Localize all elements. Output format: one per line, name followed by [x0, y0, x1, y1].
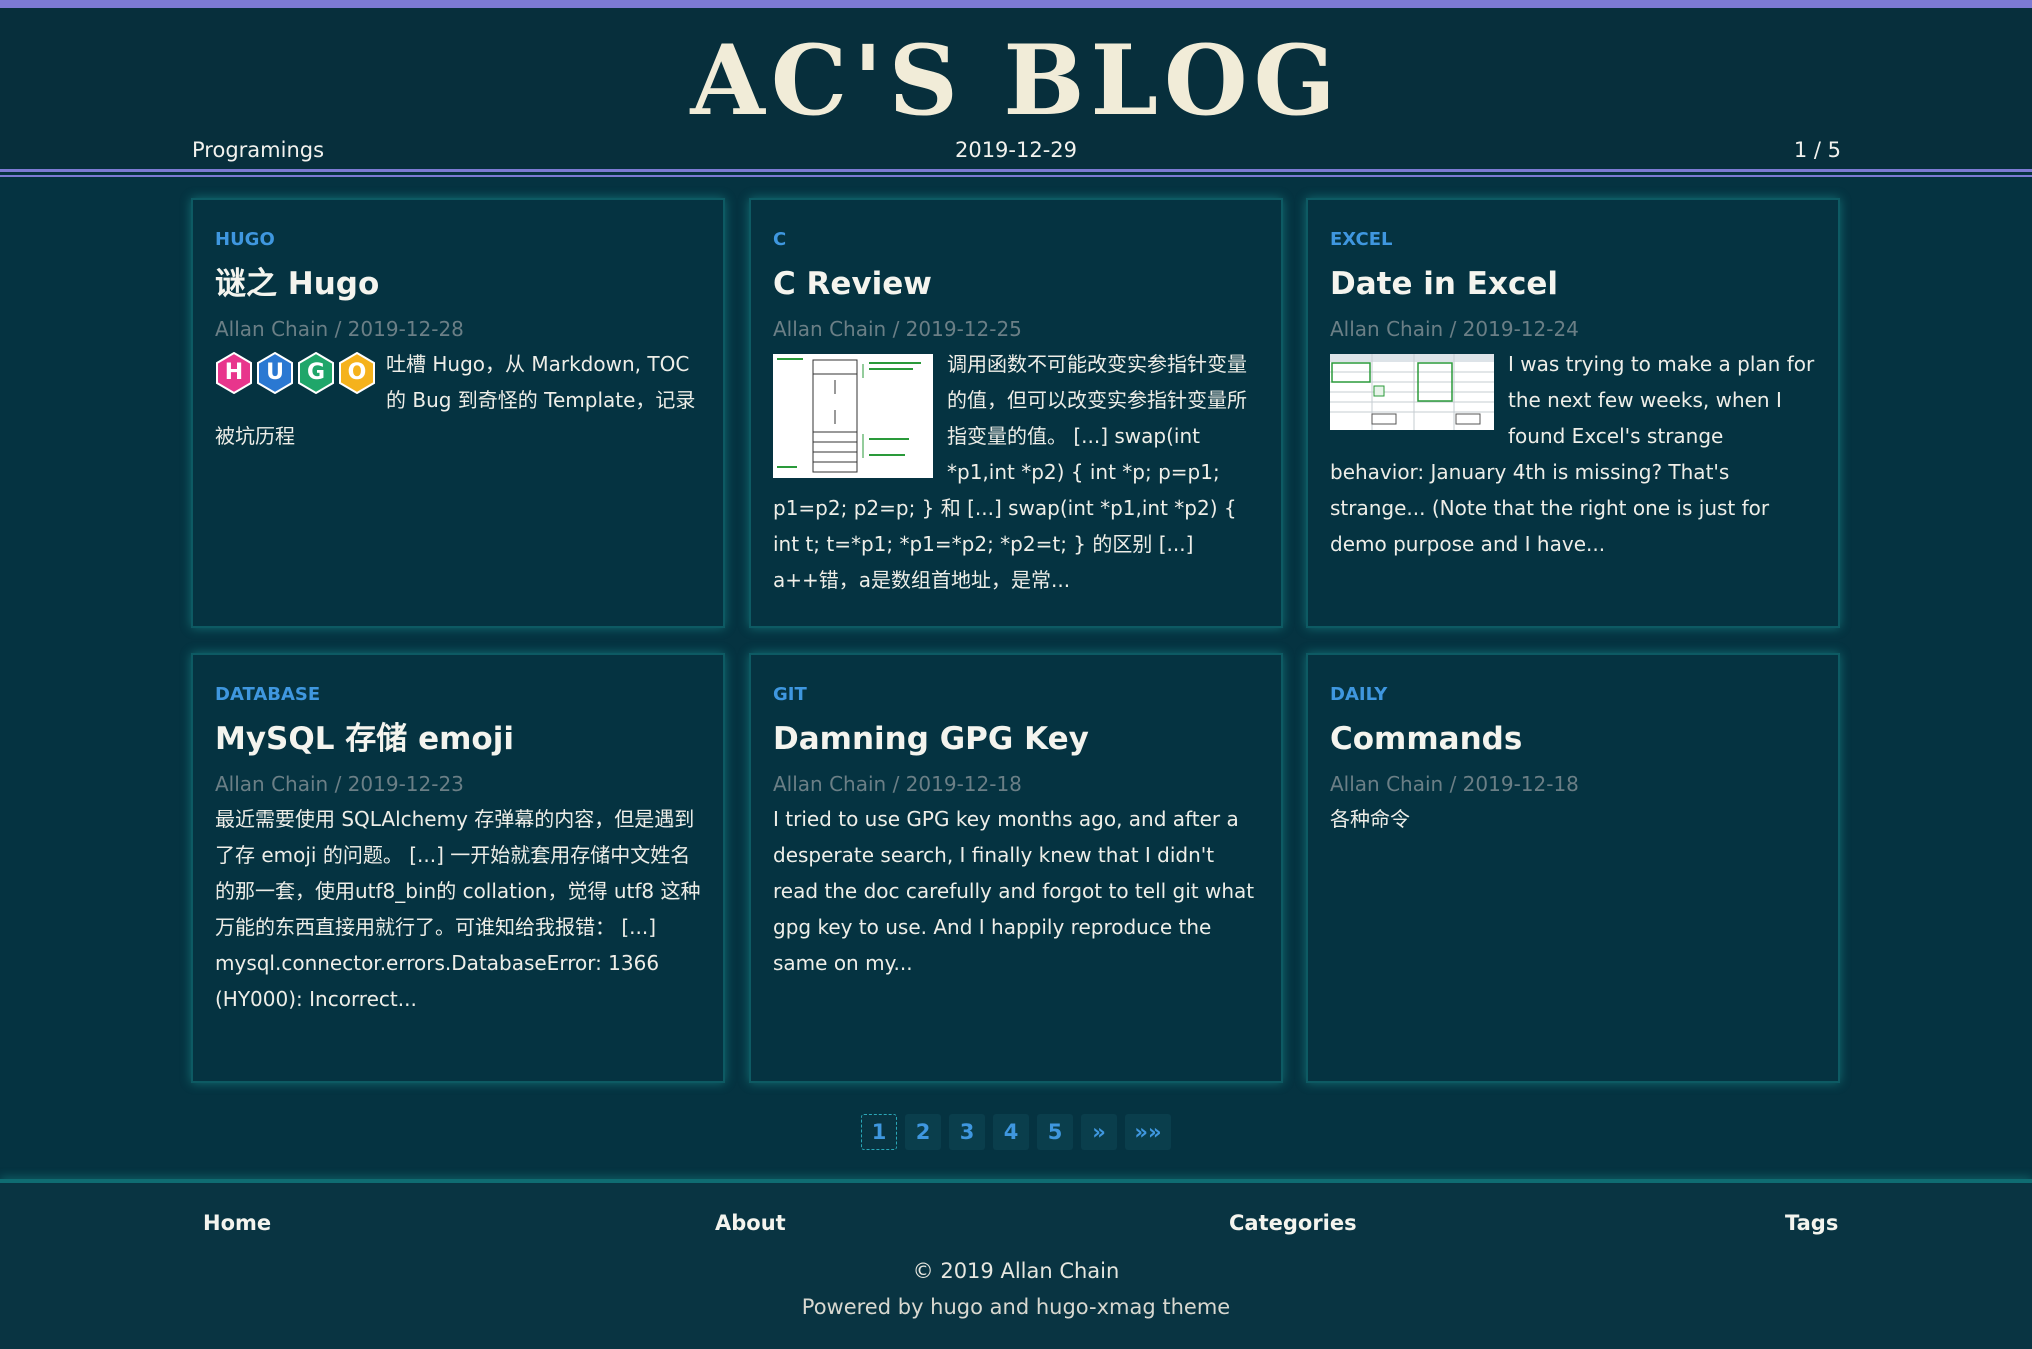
header-rule-thin [0, 175, 2032, 177]
hex-badge: H [215, 352, 253, 394]
page-indicator: 1 / 5 [1793, 138, 1841, 162]
footer-link-home[interactable]: Home [203, 1211, 271, 1235]
memory-layout-diagram-thumbnail [773, 354, 933, 478]
powered-by: Powered by hugo and hugo-xmag theme [801, 1295, 1231, 1319]
post-title[interactable]: Damning GPG Key [773, 719, 1259, 759]
post-card: DAILY Commands Allan Chain / 2019-12-18 … [1306, 653, 1840, 1083]
post-title[interactable]: Commands [1330, 719, 1816, 759]
hugo-logo-thumbnail: H U G O [215, 352, 376, 394]
last-page-link[interactable]: »» [1125, 1114, 1171, 1150]
footer-link-about[interactable]: About [715, 1211, 786, 1235]
post-title[interactable]: MySQL 存储 emoji [215, 719, 701, 759]
post-byline: Allan Chain / 2019-12-23 [215, 772, 464, 796]
post-summary: I was trying to make a plan for the next… [1330, 346, 1816, 562]
footer-link-tags[interactable]: Tags [1785, 1211, 1838, 1235]
post-category[interactable]: C [773, 228, 1259, 252]
page-link-1[interactable]: 1 [861, 1114, 897, 1150]
post-card: HUGO 谜之 Hugo Allan Chain / 2019-12-28 H … [191, 198, 725, 628]
site-header: AC'S BLOG Programings 2019-12-29 1 / 5 [0, 8, 2032, 173]
hex-badge: O [338, 352, 376, 394]
post-byline: Allan Chain / 2019-12-24 [1330, 317, 1579, 341]
copyright: © 2019 Allan Chain [912, 1259, 1120, 1283]
header-date: 2019-12-29 [954, 138, 1078, 162]
page-link-3[interactable]: 3 [949, 1114, 985, 1150]
post-title[interactable]: C Review [773, 264, 1259, 304]
next-page-link[interactable]: » [1081, 1114, 1117, 1150]
excel-sheet-thumbnail [1330, 354, 1494, 430]
post-title[interactable]: 谜之 Hugo [215, 264, 701, 304]
post-card: GIT Damning GPG Key Allan Chain / 2019-1… [749, 653, 1283, 1083]
header-rule [0, 169, 2032, 172]
hex-badge: G [297, 352, 335, 394]
post-card: EXCEL Date in Excel Allan Chain / 2019-1… [1306, 198, 1840, 628]
post-byline: Allan Chain / 2019-12-18 [773, 772, 1022, 796]
page-link-2[interactable]: 2 [905, 1114, 941, 1150]
post-category[interactable]: DAILY [1330, 683, 1816, 707]
site-footer: Home About Categories Tags © 2019 Allan … [0, 1183, 2032, 1349]
page-link-4[interactable]: 4 [993, 1114, 1029, 1150]
post-category[interactable]: GIT [773, 683, 1259, 707]
hex-badge: U [256, 352, 294, 394]
post-byline: Allan Chain / 2019-12-28 [215, 317, 464, 341]
pagination: 1 2 3 4 5 » »» [0, 1114, 2032, 1150]
post-summary: 最近需要使用 SQLAlchemy 存弹幕的内容，但是遇到了存 emoji 的问… [215, 807, 701, 1011]
site-title[interactable]: AC'S BLOG [0, 26, 2032, 136]
post-card: C C Review Allan Chain / 2019-12-25 调用函数… [749, 198, 1283, 628]
post-summary: H U G O 吐槽 Hugo，从 Markdown, TOC 的 Bug 到奇… [215, 346, 701, 454]
post-category[interactable]: HUGO [215, 228, 701, 252]
post-category[interactable]: DATABASE [215, 683, 701, 707]
footer-link-categories[interactable]: Categories [1229, 1211, 1357, 1235]
post-summary: 各种命令 [1330, 807, 1410, 831]
post-title[interactable]: Date in Excel [1330, 264, 1816, 304]
top-accent-bar [0, 0, 2032, 8]
post-summary: 调用函数不可能改变实参指针变量的值，但可以改变实参指针变量所指变量的值。 [..… [773, 346, 1259, 598]
post-byline: Allan Chain / 2019-12-25 [773, 317, 1022, 341]
post-summary: I tried to use GPG key months ago, and a… [773, 807, 1255, 975]
page-link-5[interactable]: 5 [1037, 1114, 1073, 1150]
post-grid: HUGO 谜之 Hugo Allan Chain / 2019-12-28 H … [191, 198, 1841, 1086]
post-card: DATABASE MySQL 存储 emoji Allan Chain / 20… [191, 653, 725, 1083]
post-byline: Allan Chain / 2019-12-18 [1330, 772, 1579, 796]
post-category[interactable]: EXCEL [1330, 228, 1816, 252]
